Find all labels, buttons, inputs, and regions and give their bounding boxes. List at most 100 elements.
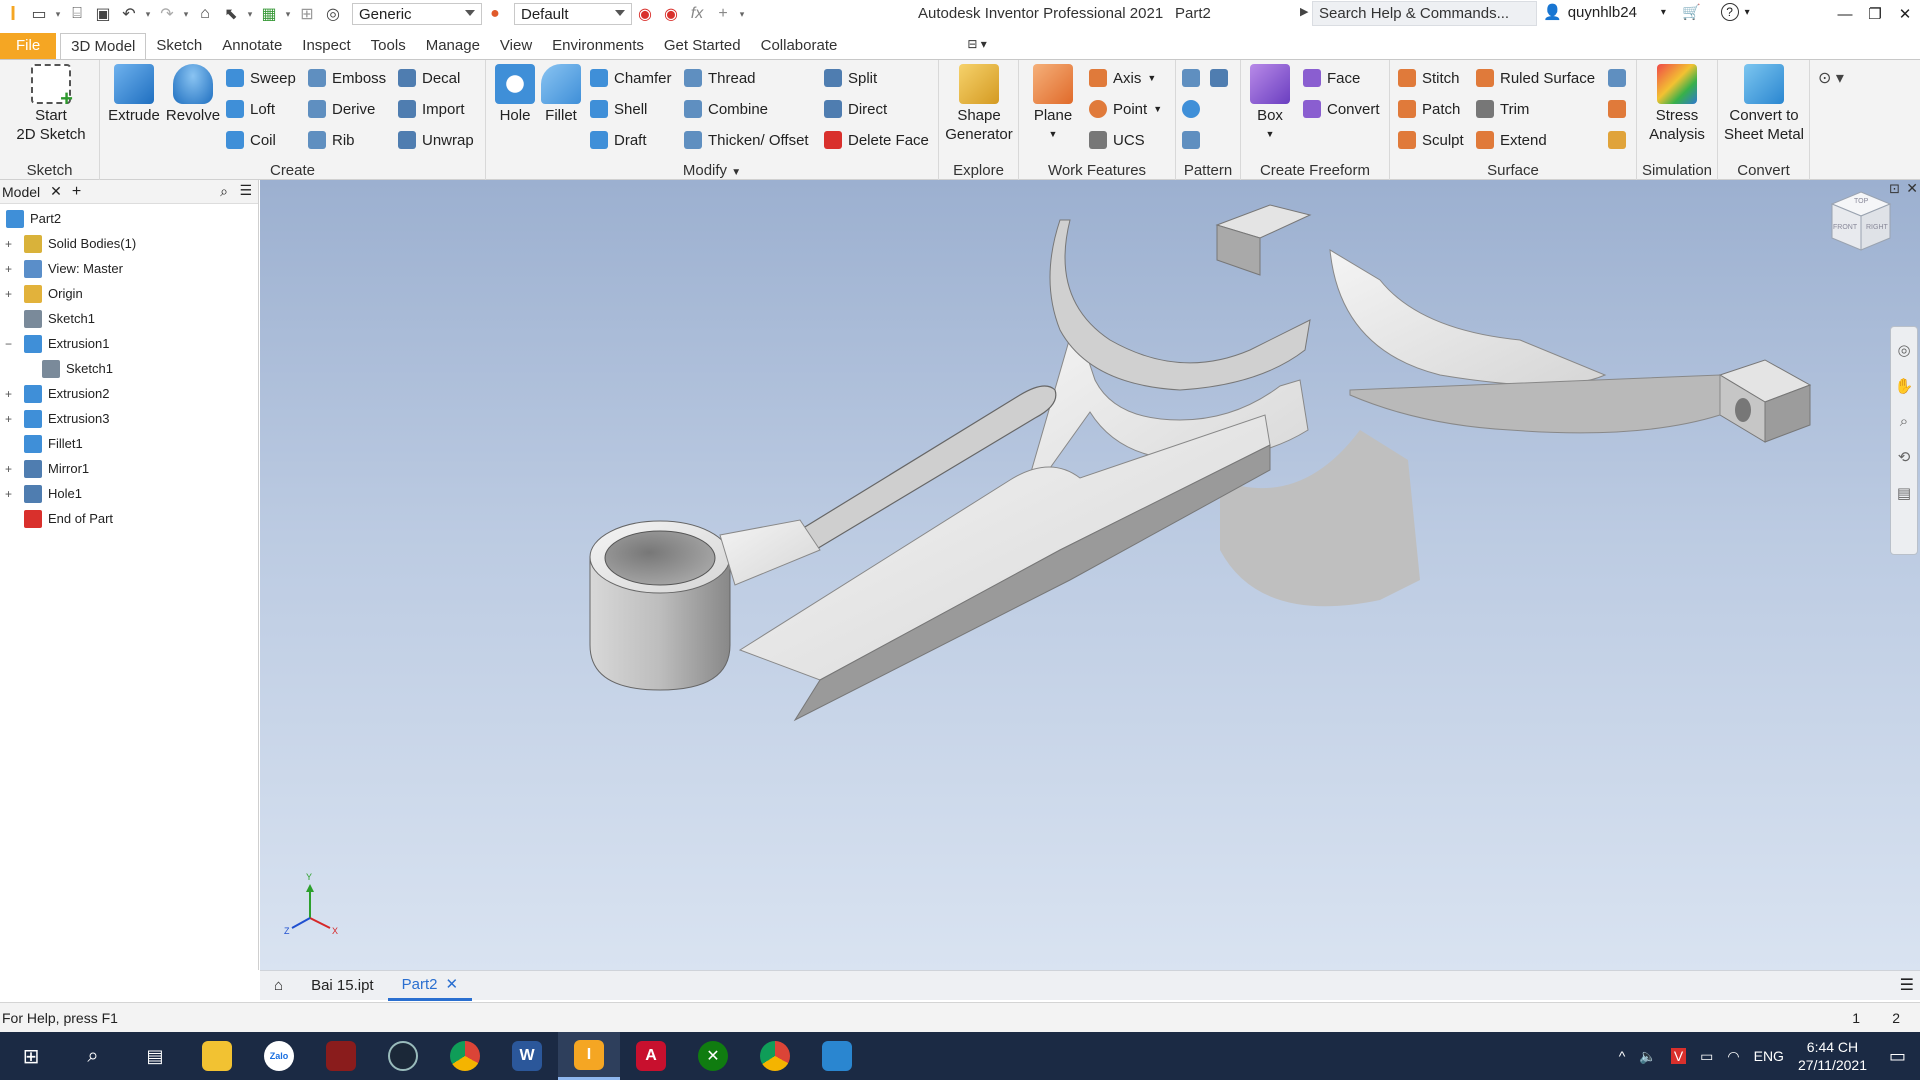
viewcube[interactable]: TOP FRONT RIGHT — [1828, 188, 1894, 258]
split-button[interactable]: Split — [824, 66, 877, 90]
open-icon[interactable]: ⌸ — [64, 2, 90, 26]
tab-sketch[interactable]: Sketch — [146, 33, 212, 59]
stitch-button[interactable]: Stitch — [1398, 66, 1460, 90]
start-button[interactable]: ⊞ — [0, 1032, 62, 1080]
thicken-offset-button[interactable]: Thicken/ Offset — [684, 128, 809, 152]
viewcube-top-label[interactable]: TOP — [1854, 198, 1868, 205]
look-at-icon[interactable]: ▤ — [1897, 484, 1911, 502]
circular-pattern-button[interactable] — [1182, 97, 1200, 121]
unwrap-button[interactable]: Unwrap — [398, 128, 474, 152]
tab-file[interactable]: File — [0, 33, 57, 59]
xbox-button[interactable]: ✕ — [682, 1032, 744, 1080]
ucs-button[interactable]: UCS — [1089, 128, 1145, 152]
convert-freeform-button[interactable]: Convert — [1303, 97, 1380, 121]
help-icon[interactable]: ? — [1720, 3, 1739, 21]
browser-tree-row[interactable]: + Mirror1 — [0, 456, 258, 481]
convert-to-sheet-metal-button[interactable]: Convert to Sheet Metal — [1720, 64, 1808, 144]
help-dropdown-icon[interactable]: ▾ — [1745, 7, 1750, 18]
sweep-button[interactable]: Sweep — [226, 66, 296, 90]
tab-view[interactable]: View — [490, 33, 542, 59]
viewport-maximize-icon[interactable]: ⊡ — [1889, 181, 1900, 197]
redo-dropdown-icon[interactable]: ▾ — [180, 9, 192, 20]
undo-dropdown-icon[interactable]: ▾ — [142, 9, 154, 20]
update-dropdown-icon[interactable]: ▾ — [282, 9, 294, 20]
home-tab[interactable]: ⌂ — [260, 971, 297, 1001]
search-input[interactable]: Search Help & Commands... — [1312, 1, 1537, 26]
expand-arrow-icon[interactable]: ▶ — [1300, 5, 1308, 18]
show-hidden-icons-icon[interactable]: ^ — [1619, 1048, 1626, 1064]
browser-tree-row[interactable]: − Extrusion1 — [0, 331, 258, 356]
search-button[interactable]: ⌕ — [62, 1032, 124, 1080]
redo-icon[interactable]: ↷ — [154, 2, 180, 26]
browser-tree-row[interactable]: Part2 — [0, 206, 258, 231]
emboss-button[interactable]: Emboss — [308, 66, 386, 90]
measure-icon[interactable]: ⊞ — [294, 2, 320, 26]
viewcube-front-label[interactable]: FRONT — [1833, 224, 1857, 231]
select-icon[interactable]: ⬉ — [218, 2, 244, 26]
expand-icon[interactable]: + — [5, 238, 15, 250]
notifications-icon[interactable]: ▭ — [1889, 1046, 1906, 1067]
browser-tree-row[interactable]: + Solid Bodies(1) — [0, 231, 258, 256]
doc-tab-part2[interactable]: Part2 ✕ — [387, 971, 473, 1001]
extend-button[interactable]: Extend — [1476, 128, 1547, 152]
direct-button[interactable]: Direct — [824, 97, 887, 121]
extrude-button[interactable]: Extrude — [106, 64, 162, 125]
viewport-close-icon[interactable]: ✕ — [1906, 180, 1918, 197]
zoom-icon[interactable]: ⌕ — [1900, 413, 1908, 430]
close-tab-icon[interactable]: ✕ — [50, 183, 62, 200]
steam-button[interactable] — [372, 1032, 434, 1080]
fillet-button[interactable]: Fillet — [538, 64, 584, 125]
menu-icon[interactable]: ☰ — [239, 182, 252, 199]
combine-button[interactable]: Combine — [684, 97, 768, 121]
browser-tree-row[interactable]: + Extrusion2 — [0, 381, 258, 406]
start-2d-sketch-button[interactable]: + Start 2D Sketch — [14, 64, 88, 144]
photos-button[interactable] — [806, 1032, 868, 1080]
thread-button[interactable]: Thread — [684, 66, 756, 90]
box-button[interactable]: Box ▼ — [1247, 64, 1293, 144]
expand-icon[interactable]: + — [5, 488, 15, 500]
inventor-button[interactable]: I — [558, 1032, 620, 1080]
update-icon[interactable]: ▦ — [256, 2, 282, 26]
axis-button[interactable]: Axis ▼ — [1089, 66, 1156, 90]
doc-tab-bai15[interactable]: Bai 15.ipt — [297, 971, 388, 1001]
new-file-icon[interactable]: ▭ — [26, 2, 52, 26]
sculpt-button[interactable]: Sculpt — [1398, 128, 1464, 152]
stress-analysis-button[interactable]: Stress Analysis — [1641, 64, 1713, 144]
task-view-button[interactable]: ▤ — [124, 1032, 186, 1080]
browser-tree-row[interactable]: Sketch1 — [0, 306, 258, 331]
zalo-button[interactable]: Zalo — [248, 1032, 310, 1080]
point-button[interactable]: Point ▼ — [1089, 97, 1162, 121]
tab-inspect[interactable]: Inspect — [292, 33, 360, 59]
close-icon[interactable]: ✕ — [445, 975, 458, 993]
delete-face-button[interactable]: Delete Face — [824, 128, 929, 152]
battery-icon[interactable]: ▭ — [1700, 1048, 1713, 1065]
browser-tree-row[interactable]: + Hole1 — [0, 481, 258, 506]
surface-tool-2-button[interactable] — [1608, 97, 1626, 121]
select-dropdown-icon[interactable]: ▾ — [244, 9, 256, 20]
plus-icon[interactable]: + — [710, 2, 736, 26]
rib-button[interactable]: Rib — [308, 128, 355, 152]
draft-button[interactable]: Draft — [590, 128, 647, 152]
pan-icon[interactable]: ✋ — [1895, 377, 1914, 395]
chrome-profile-button[interactable] — [744, 1032, 806, 1080]
material-select[interactable]: Default — [514, 3, 632, 25]
tab-manage[interactable]: Manage — [416, 33, 490, 59]
material-ball-icon[interactable]: ◎ — [320, 2, 346, 26]
add-tab-icon[interactable]: + — [72, 183, 81, 201]
surface-tool-3-button[interactable] — [1608, 128, 1626, 152]
face-button[interactable]: Face — [1303, 66, 1360, 90]
tab-annotate[interactable]: Annotate — [212, 33, 292, 59]
coil-button[interactable]: Coil — [226, 128, 276, 152]
chamfer-button[interactable]: Chamfer — [590, 66, 672, 90]
antivirus-icon[interactable]: V — [1670, 1048, 1687, 1064]
volume-icon[interactable]: 🔈 — [1639, 1048, 1656, 1065]
ribbon-options-icon[interactable]: ⊙ ▾ — [1818, 68, 1844, 88]
chrome-button[interactable] — [434, 1032, 496, 1080]
game-app-button[interactable] — [310, 1032, 372, 1080]
sketch-pattern-button[interactable] — [1182, 128, 1200, 152]
color-wheel-icon[interactable]: ● — [482, 2, 508, 26]
adjust-appearance-icon[interactable]: ◉ — [632, 2, 658, 26]
mirror-button[interactable] — [1210, 66, 1228, 90]
search-icon[interactable]: ⌕ — [220, 183, 228, 200]
user-menu[interactable]: 👤 quynhlb24 ▾ 🛒 ? ▾ — [1543, 3, 1750, 21]
